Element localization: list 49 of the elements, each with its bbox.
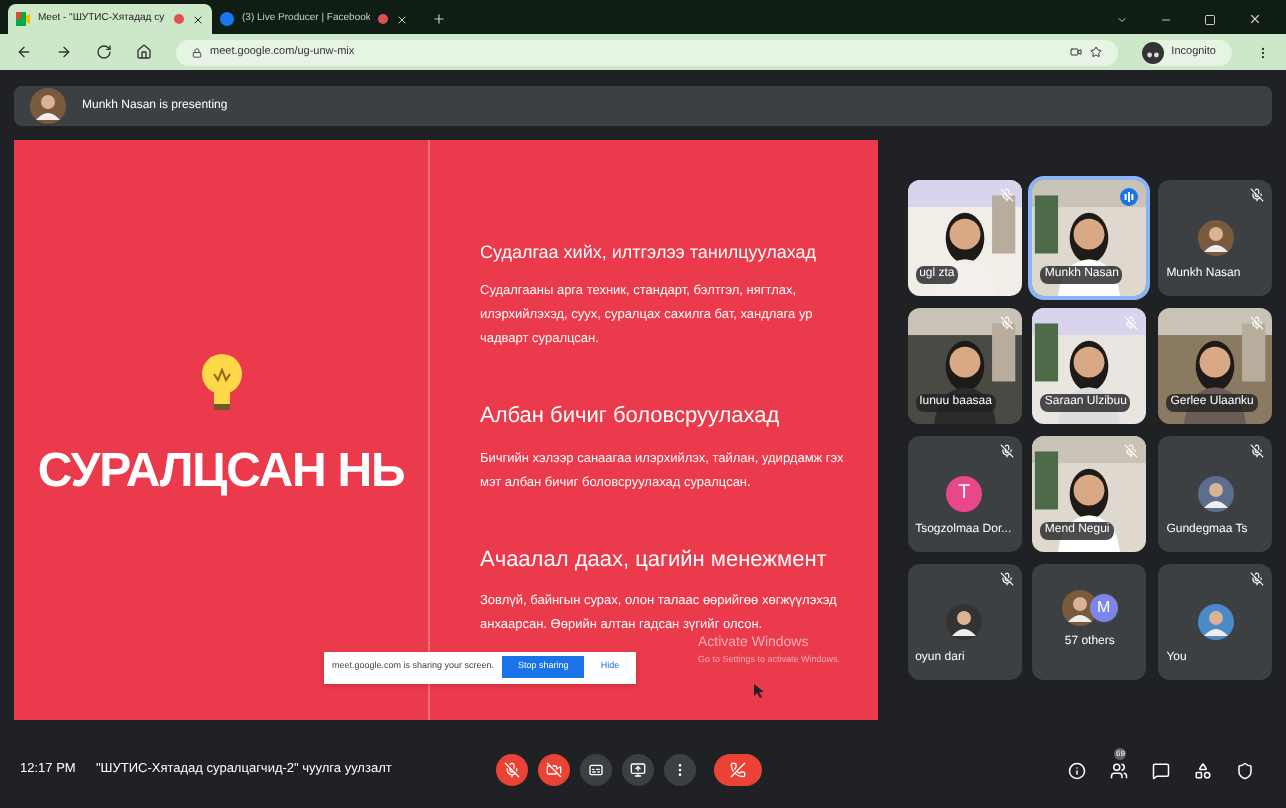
back-icon[interactable]	[16, 44, 32, 60]
avatar-initial: T	[946, 475, 983, 511]
lock-icon	[192, 47, 202, 57]
hang-up-icon	[730, 762, 746, 778]
minimize-icon[interactable]	[1160, 13, 1172, 25]
menu-icon[interactable]	[1256, 45, 1270, 59]
recording-icon	[174, 14, 184, 24]
new-tab-icon[interactable]	[432, 12, 446, 26]
avatar-icon	[1061, 590, 1098, 626]
camera-off-icon	[546, 762, 562, 778]
chevron-down-icon[interactable]	[1116, 13, 1128, 25]
maximize-icon[interactable]	[1204, 13, 1216, 25]
section-heading: Албан бичиг боловсруулахад	[480, 402, 782, 432]
leave-call-button[interactable]	[714, 754, 762, 786]
avatar-icon	[1197, 475, 1234, 511]
avatar-icon	[946, 603, 983, 639]
camera-button[interactable]	[538, 754, 570, 786]
avatar-icon	[1197, 219, 1234, 255]
slide-title: СУРАЛЦСАН НЬ	[37, 441, 405, 501]
section-heading: Ачаалал даах, цагийн менежмент	[480, 545, 829, 575]
captions-button[interactable]	[580, 754, 612, 786]
recording-icon	[378, 14, 388, 24]
host-controls-icon[interactable]	[1236, 761, 1254, 779]
captions-icon	[588, 762, 604, 778]
present-button[interactable]	[622, 754, 654, 786]
section-heading: Судалгаа хийх, илтгэлээ танилцуулахад	[480, 239, 819, 266]
close-icon[interactable]	[1248, 12, 1262, 26]
more-button[interactable]	[664, 754, 696, 786]
mic-button[interactable]	[496, 754, 528, 786]
forward-icon[interactable]	[56, 44, 72, 60]
avatar-icon	[1197, 603, 1234, 639]
home-icon[interactable]	[136, 44, 152, 60]
facebook-icon	[220, 12, 234, 26]
reload-icon[interactable]	[96, 44, 112, 60]
close-tab-icon[interactable]	[192, 13, 204, 25]
present-screen-icon	[630, 762, 646, 778]
cursor-icon	[754, 683, 764, 697]
bookmark-icon[interactable]	[1089, 46, 1102, 58]
mic-off-icon	[504, 762, 520, 778]
lightbulb-icon	[197, 351, 245, 411]
chat-icon[interactable]	[1152, 761, 1170, 779]
activities-icon[interactable]	[1194, 761, 1212, 779]
people-icon[interactable]	[1110, 761, 1128, 779]
speaking-icon	[1120, 187, 1139, 205]
incognito-icon	[1141, 41, 1164, 63]
camera-icon	[1069, 46, 1082, 58]
meet-icon	[16, 12, 30, 26]
avatar-icon	[30, 88, 66, 124]
info-icon[interactable]	[1068, 761, 1086, 779]
